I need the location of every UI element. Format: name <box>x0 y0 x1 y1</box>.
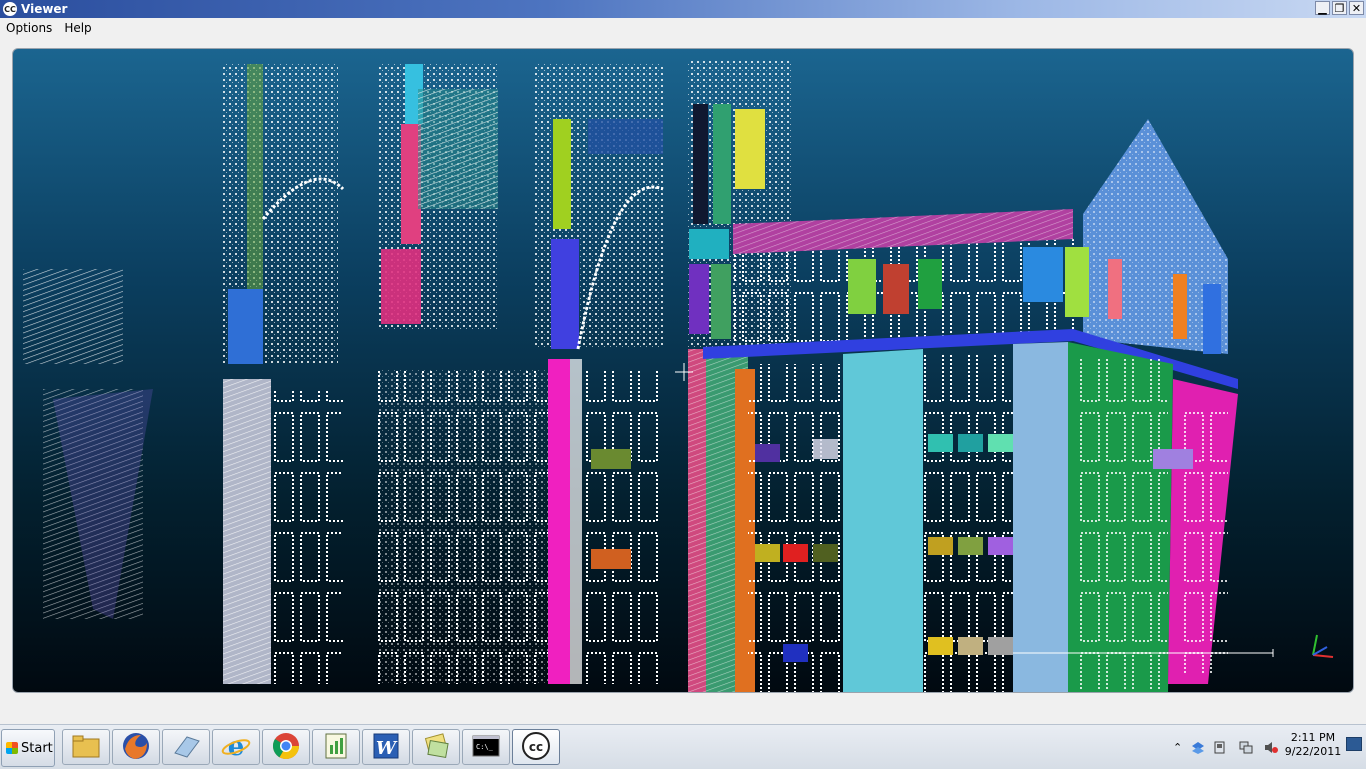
svg-text:cc: cc <box>529 740 543 754</box>
clock-date: 9/22/2011 <box>1284 745 1342 758</box>
svg-text:e: e <box>228 732 245 761</box>
svg-text:W: W <box>376 738 398 759</box>
3d-viewport[interactable] <box>12 48 1354 693</box>
point-cloud-render <box>23 61 1334 692</box>
ie-icon: e <box>221 731 251 764</box>
taskbar-chrome[interactable] <box>262 729 310 765</box>
tower-second <box>378 64 548 684</box>
firefox-icon <box>121 731 151 764</box>
windows-logo-icon <box>6 742 18 754</box>
taskbar: Start e W C:\_ cc ⌃ 2:11 PM 9/22/2011 <box>0 724 1366 769</box>
tower-third <box>533 64 664 684</box>
chrome-icon <box>271 731 301 764</box>
folder-icon <box>71 733 101 762</box>
taskbar-eraser-app[interactable] <box>162 729 210 765</box>
dropbox-icon[interactable] <box>1191 741 1205 754</box>
minimize-button[interactable]: ▁ <box>1315 1 1330 15</box>
network-icon[interactable] <box>1239 741 1253 754</box>
menu-help[interactable]: Help <box>58 21 97 35</box>
notepad-icon <box>321 731 351 764</box>
taskbar-firefox[interactable] <box>112 729 160 765</box>
show-desktop-button[interactable] <box>1346 737 1362 751</box>
clock-time: 2:11 PM <box>1290 731 1336 744</box>
cc-icon: cc <box>521 731 551 764</box>
start-button[interactable]: Start <box>1 729 55 767</box>
left-ruins <box>23 269 153 619</box>
svg-text:C:\_: C:\_ <box>476 743 494 751</box>
device-icon[interactable] <box>1213 741 1227 754</box>
show-hidden-icons-icon[interactable]: ⌃ <box>1173 741 1187 754</box>
taskbar-command-prompt[interactable]: C:\_ <box>462 729 510 765</box>
axis-trihedron <box>1312 634 1334 658</box>
title-bar[interactable]: CC Viewer ▁ ❐ ✕ <box>0 0 1366 18</box>
start-label: Start <box>21 740 53 756</box>
cmd-icon: C:\_ <box>471 733 501 762</box>
window-title: Viewer <box>21 2 68 16</box>
taskbar-clock[interactable]: 2:11 PM 9/22/2011 <box>1282 731 1344 759</box>
eraser-icon <box>171 733 201 762</box>
menu-options[interactable]: Options <box>0 21 58 35</box>
tower-left <box>223 64 345 684</box>
restore-button[interactable]: ❐ <box>1332 1 1347 15</box>
close-button[interactable]: ✕ <box>1349 1 1364 15</box>
taskbar-file-explorer[interactable] <box>62 729 110 765</box>
app-icon: CC <box>3 2 17 16</box>
folders-icon <box>421 732 451 763</box>
volume-muted-icon[interactable] <box>1264 741 1278 754</box>
menu-bar: Options Help <box>0 18 1366 38</box>
word-icon: W <box>371 731 401 764</box>
taskbar-folders[interactable] <box>412 729 460 765</box>
taskbar-notepad[interactable] <box>312 729 360 765</box>
taskbar-cloudcompare[interactable]: cc <box>512 729 560 765</box>
taskbar-word[interactable]: W <box>362 729 410 765</box>
taskbar-internet-explorer[interactable]: e <box>212 729 260 765</box>
